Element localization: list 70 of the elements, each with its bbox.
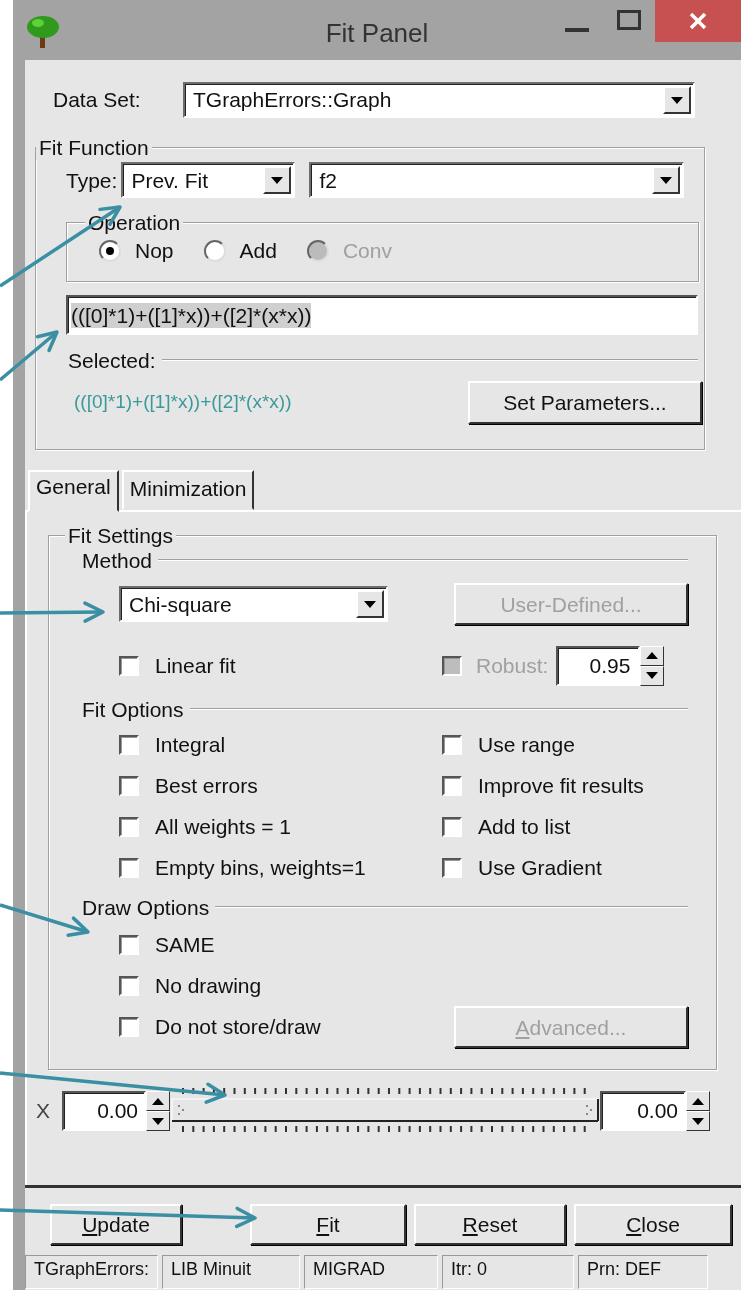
- spin-buttons[interactable]: [640, 645, 665, 686]
- checkbox-label: All weights = 1: [155, 814, 291, 840]
- method-dropdown[interactable]: Chi-square: [119, 586, 388, 623]
- action-button[interactable]: Reset: [414, 1204, 566, 1245]
- status-cell: Prn: DEF: [578, 1255, 708, 1289]
- checkbox[interactable]: [119, 1016, 139, 1037]
- close-icon: [689, 12, 707, 30]
- checkbox[interactable]: [119, 934, 139, 955]
- action-button[interactable]: Update: [50, 1204, 182, 1245]
- checkbox-label: SAME: [155, 932, 215, 958]
- checkbox[interactable]: [119, 816, 139, 837]
- caret-icon: [660, 176, 673, 184]
- number-field[interactable]: 0.00: [600, 1091, 686, 1131]
- formula-text: (([0]*1)+([1]*x))+([2]*(x*x)): [74, 391, 292, 415]
- radio-button[interactable]: [203, 239, 226, 262]
- checkbox-label: Best errors: [155, 773, 258, 799]
- checkbox-label: Robust:: [476, 653, 549, 679]
- action-button[interactable]: Fit: [250, 1204, 406, 1245]
- section-label: Draw Options: [82, 894, 210, 920]
- function-dropdown[interactable]: f2: [309, 162, 685, 199]
- spin-buttons[interactable]: [686, 1091, 710, 1131]
- checkbox[interactable]: [119, 734, 139, 755]
- checkbox-label: Add to list: [478, 814, 571, 840]
- caret-icon: [671, 96, 683, 104]
- checkbox[interactable]: [119, 655, 139, 676]
- annotation-arrow: [0, 330, 59, 382]
- number-field[interactable]: 0.00: [62, 1091, 146, 1131]
- status-cell: LIB Minuit: [162, 1255, 300, 1289]
- set-parameters-button[interactable]: Set Parameters...: [468, 381, 702, 425]
- field-label: Data Set:: [53, 87, 142, 113]
- checkbox[interactable]: [442, 775, 462, 796]
- checkbox-label: Do not store/draw: [155, 1014, 321, 1040]
- checkbox-label: Linear fit: [155, 653, 236, 679]
- radio-label: Conv: [342, 238, 392, 264]
- radio-button[interactable]: [99, 239, 121, 262]
- section-label: Fit Options: [82, 696, 184, 722]
- checkbox[interactable]: [442, 734, 462, 755]
- status-cell: TGraphErrors:: [25, 1255, 158, 1289]
- checkbox[interactable]: [119, 857, 139, 878]
- radio-label: Nop: [135, 238, 174, 264]
- checkbox-label: Use Gradient: [478, 855, 602, 881]
- section-label: Method: [82, 547, 153, 573]
- radio-label: Add: [239, 238, 277, 264]
- dataset-dropdown[interactable]: TGraphErrors::Graph: [183, 82, 695, 118]
- checkbox-label: Improve fit results: [478, 773, 644, 799]
- checkbox-label: No drawing: [155, 973, 262, 999]
- spin-buttons[interactable]: [146, 1091, 170, 1131]
- type-dropdown[interactable]: Prev. Fit: [121, 162, 296, 199]
- axis-label: X: [36, 1098, 51, 1124]
- checkbox[interactable]: [442, 857, 462, 878]
- caret-icon: [271, 176, 284, 184]
- checkbox-label: Integral: [155, 732, 226, 758]
- status-cell: MIGRAD: [304, 1255, 438, 1289]
- maximize-icon[interactable]: [617, 10, 641, 30]
- checkbox[interactable]: [119, 775, 139, 796]
- caret-icon: [364, 600, 376, 608]
- tab[interactable]: Minimization: [121, 470, 255, 510]
- formula-field[interactable]: (([0]*1)+([1]*x))+([2]*(x*x)): [66, 295, 698, 336]
- section-label: Selected:: [68, 347, 156, 373]
- close-button[interactable]: [655, 0, 741, 42]
- checkbox[interactable]: [442, 816, 462, 837]
- checkbox-label: Use range: [478, 732, 575, 758]
- status-cell: Itr: 0: [442, 1255, 574, 1289]
- action-button[interactable]: Close: [574, 1204, 732, 1245]
- checkbox-label: Empty bins, weights=1: [155, 855, 366, 881]
- window-title: Fit Panel: [324, 18, 430, 50]
- field-label: Type:: [66, 167, 118, 193]
- checkbox[interactable]: [119, 975, 139, 996]
- tab[interactable]: General: [28, 470, 119, 512]
- tree-icon: [26, 14, 60, 50]
